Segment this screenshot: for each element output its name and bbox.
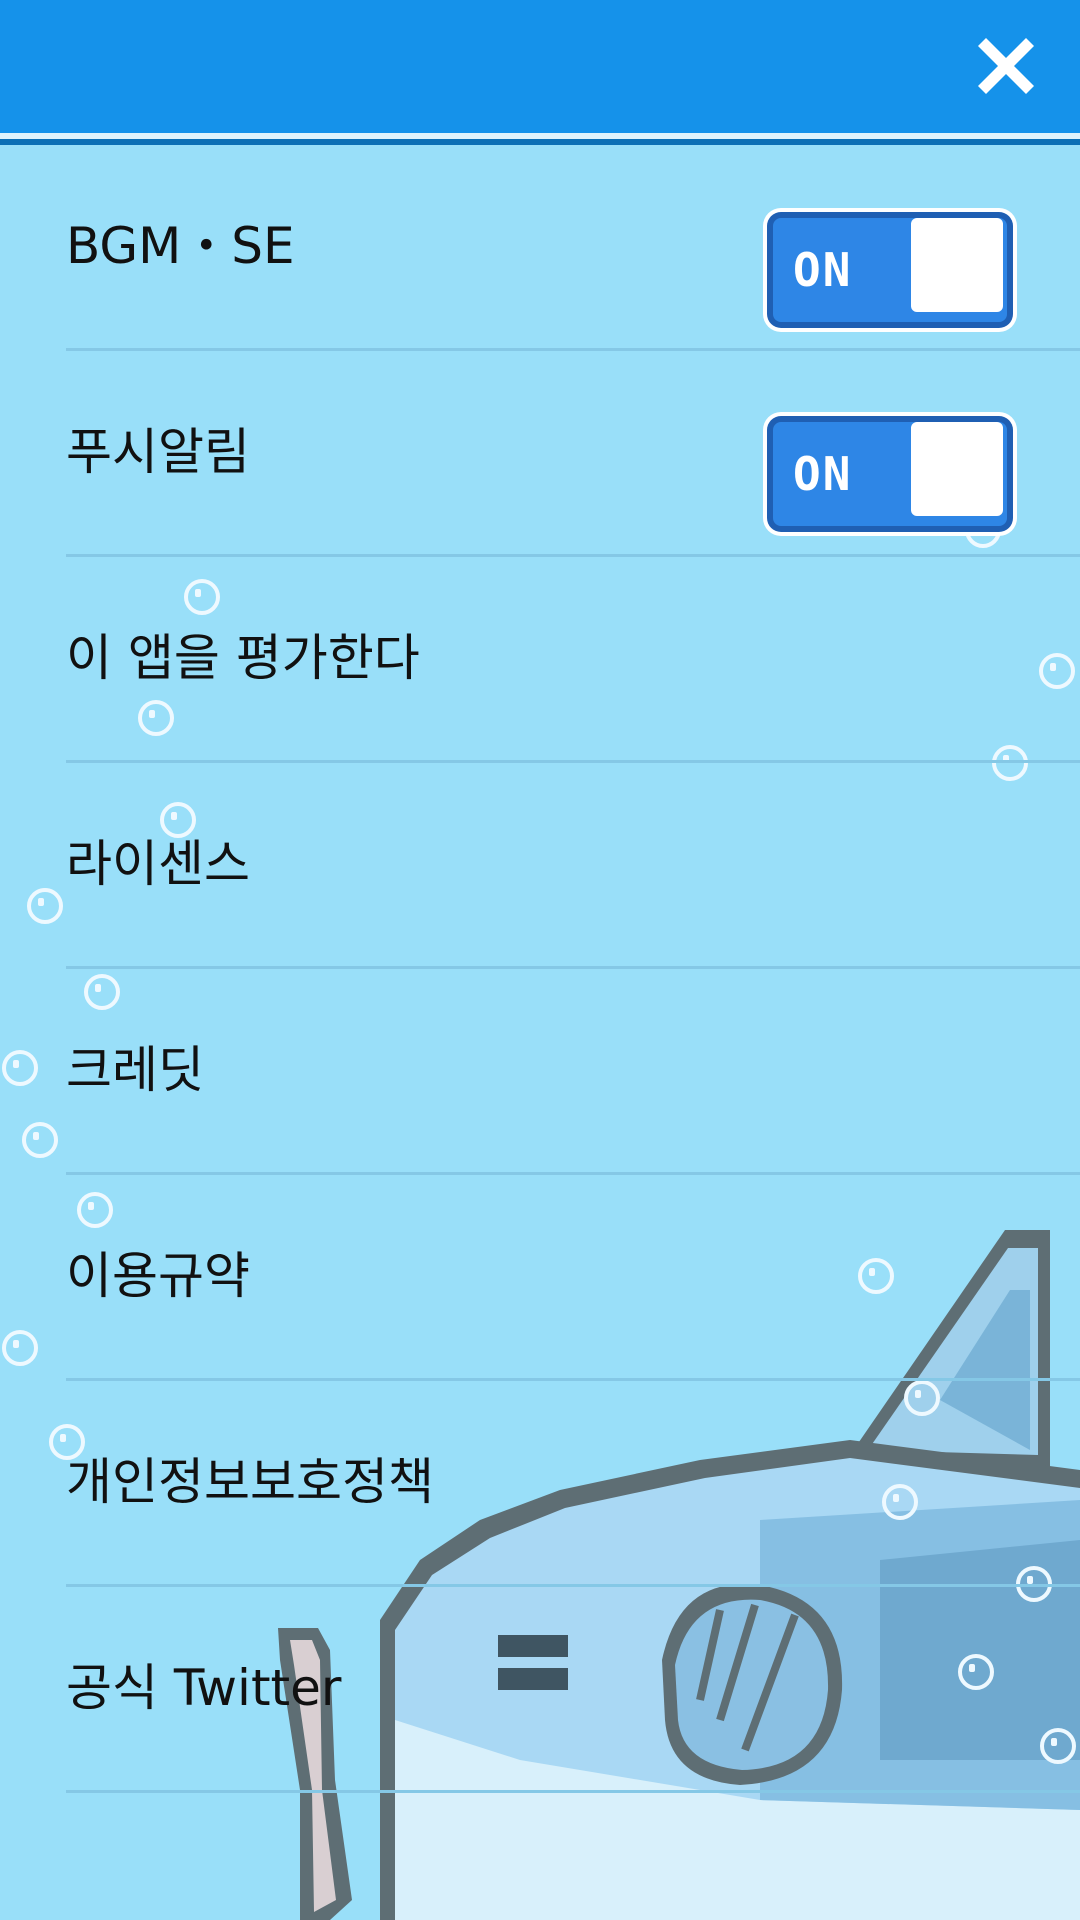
- bgm-se-toggle[interactable]: ON: [763, 208, 1017, 332]
- toggle-state-label: ON: [793, 243, 853, 297]
- settings-row-label: BGM・SE: [66, 217, 295, 275]
- settings-row-bgm-se: BGM・SE ON: [66, 145, 1080, 351]
- close-icon: [978, 38, 1034, 94]
- settings-row-rate-app[interactable]: 이 앱을 평가한다: [66, 557, 1080, 763]
- top-bar: [0, 0, 1080, 133]
- settings-row-license[interactable]: 라이센스: [66, 763, 1080, 969]
- settings-row-privacy-policy[interactable]: 개인정보보호정책: [66, 1381, 1080, 1587]
- settings-row-push-notification: 푸시알림 ON: [66, 351, 1080, 557]
- settings-row-label: 공식 Twitter: [66, 1659, 342, 1717]
- settings-row-official-twitter[interactable]: 공식 Twitter: [66, 1587, 1080, 1793]
- close-button[interactable]: [970, 30, 1042, 102]
- settings-menu: BGM・SE ON 푸시알림 ON 이 앱을 평가한다 라이센스 크레딧 이용규…: [0, 145, 1080, 1793]
- toggle-state-label: ON: [793, 447, 853, 501]
- settings-row-label: 라이센스: [66, 835, 250, 893]
- settings-row-label: 이용규약: [66, 1247, 250, 1305]
- toggle-knob: [911, 422, 1003, 516]
- settings-row-label: 푸시알림: [66, 423, 250, 481]
- settings-row-label: 이 앱을 평가한다: [66, 629, 420, 687]
- toggle-knob: [911, 218, 1003, 312]
- push-notification-toggle[interactable]: ON: [763, 412, 1017, 536]
- settings-row-terms[interactable]: 이용규약: [66, 1175, 1080, 1381]
- settings-row-credits[interactable]: 크레딧: [66, 969, 1080, 1175]
- settings-row-label: 크레딧: [66, 1041, 204, 1099]
- settings-row-label: 개인정보보호정책: [66, 1453, 434, 1511]
